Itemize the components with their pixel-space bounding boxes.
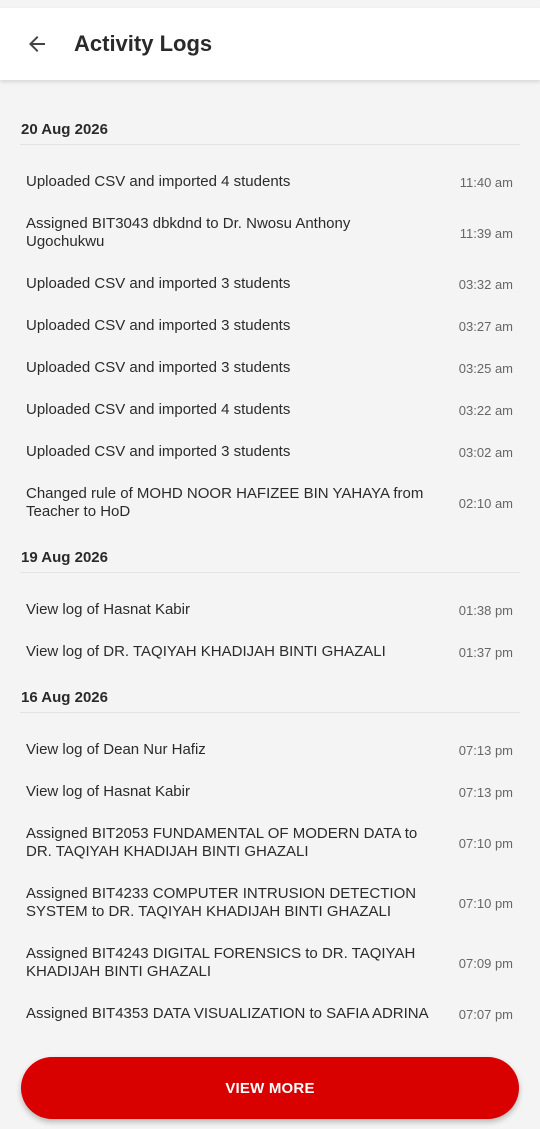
log-entry-time: 01:37 pm [458,644,513,660]
view-more-button[interactable]: VIEW MORE [21,1057,519,1119]
log-entry-text: View log of Hasnat Kabir [26,783,190,800]
log-entry-time: 11:40 am [459,174,513,190]
back-button[interactable] [22,29,52,59]
log-entry[interactable]: View log of Hasnat Kabir 01:38 pm [20,589,520,631]
date-header: 19 Aug 2026 [20,533,520,573]
log-entry[interactable]: Assigned BIT4233 COMPUTER INTRUSION DETE… [20,873,520,933]
log-entry-text: Uploaded CSV and imported 3 students [26,443,291,460]
log-entry-time: 03:02 am [458,444,513,460]
log-entry-time: 07:10 pm [458,835,513,851]
log-entry-time: 11:39 am [459,225,513,241]
log-entry-text: Assigned BIT4353 DATA VISUALIZATION to S… [26,1005,429,1022]
log-entry-time: 03:22 am [458,402,513,418]
log-group: 20 Aug 2026 Uploaded CSV and imported 4 … [20,80,520,533]
log-group: 16 Aug 2026 View log of Dean Nur Hafiz 0… [20,673,520,1035]
log-entry[interactable]: Uploaded CSV and imported 4 students 03:… [20,389,520,431]
log-entry[interactable]: View log of Hasnat Kabir 07:13 pm [20,771,520,813]
log-entry[interactable]: Uploaded CSV and imported 3 students 03:… [20,431,520,473]
log-entry[interactable]: View log of Dean Nur Hafiz 07:13 pm [20,729,520,771]
activity-log-list[interactable]: 20 Aug 2026 Uploaded CSV and imported 4 … [0,80,540,1036]
log-entry[interactable]: Assigned BIT3043 dbkdnd to Dr. Nwosu Ant… [20,203,520,263]
log-entry[interactable]: View log of DR. TAQIYAH KHADIJAH BINTI G… [20,631,520,673]
log-entry-text: Uploaded CSV and imported 3 students [26,359,291,376]
log-entry[interactable]: Uploaded CSV and imported 4 students 11:… [20,161,520,203]
log-entry[interactable]: Uploaded CSV and imported 3 students 03:… [20,305,520,347]
log-entry-time: 01:38 pm [458,602,513,618]
log-entry-text: Uploaded CSV and imported 4 students [26,173,291,190]
log-entry-text: Assigned BIT2053 FUNDAMENTAL OF MODERN D… [26,825,418,860]
log-entry-text: Assigned BIT4243 DIGITAL FORENSICS to DR… [26,945,416,980]
log-entry-time: 07:10 pm [458,895,513,911]
date-header: 20 Aug 2026 [20,80,520,145]
arrow-left-icon [29,36,45,52]
log-entry-text: Assigned BIT4233 COMPUTER INTRUSION DETE… [26,885,417,920]
log-entry-time: 02:10 am [458,495,513,511]
log-entry[interactable]: Uploaded CSV and imported 3 students 03:… [20,347,520,389]
log-entry[interactable]: Assigned BIT4243 DIGITAL FORENSICS to DR… [20,933,520,993]
log-entry-time: 07:09 pm [458,955,513,971]
log-entry-text: View log of DR. TAQIYAH KHADIJAH BINTI G… [26,643,386,660]
log-entry[interactable]: Changed rule of MOHD NOOR HAFIZEE BIN YA… [20,473,520,533]
log-group: 19 Aug 2026 View log of Hasnat Kabir 01:… [20,533,520,673]
log-entry-text: View log of Dean Nur Hafiz [26,741,206,758]
log-entry-text: Changed rule of MOHD NOOR HAFIZEE BIN YA… [26,485,424,520]
log-entry[interactable]: Assigned BIT2053 FUNDAMENTAL OF MODERN D… [20,813,520,873]
log-entry-text: Uploaded CSV and imported 4 students [26,401,291,418]
log-entry-time: 03:32 am [458,276,513,292]
log-entry-text: View log of Hasnat Kabir [26,601,190,618]
log-entry-text: Uploaded CSV and imported 3 students [26,275,291,292]
log-entry-time: 07:13 pm [458,742,513,758]
log-entry-time: 03:25 am [458,360,513,376]
app-bar: Activity Logs [0,8,540,80]
log-entry-text: Assigned BIT3043 dbkdnd to Dr. Nwosu Ant… [26,215,351,250]
page-title: Activity Logs [74,31,213,56]
log-entry[interactable]: Assigned BIT4353 DATA VISUALIZATION to S… [20,993,520,1035]
log-entry-time: 07:13 pm [458,784,513,800]
date-header: 16 Aug 2026 [20,673,520,713]
log-entry-text: Uploaded CSV and imported 3 students [26,317,291,334]
log-entry-time: 03:27 am [458,318,513,334]
log-entry[interactable]: Uploaded CSV and imported 3 students 03:… [20,263,520,305]
log-entry-time: 07:07 pm [458,1006,513,1022]
